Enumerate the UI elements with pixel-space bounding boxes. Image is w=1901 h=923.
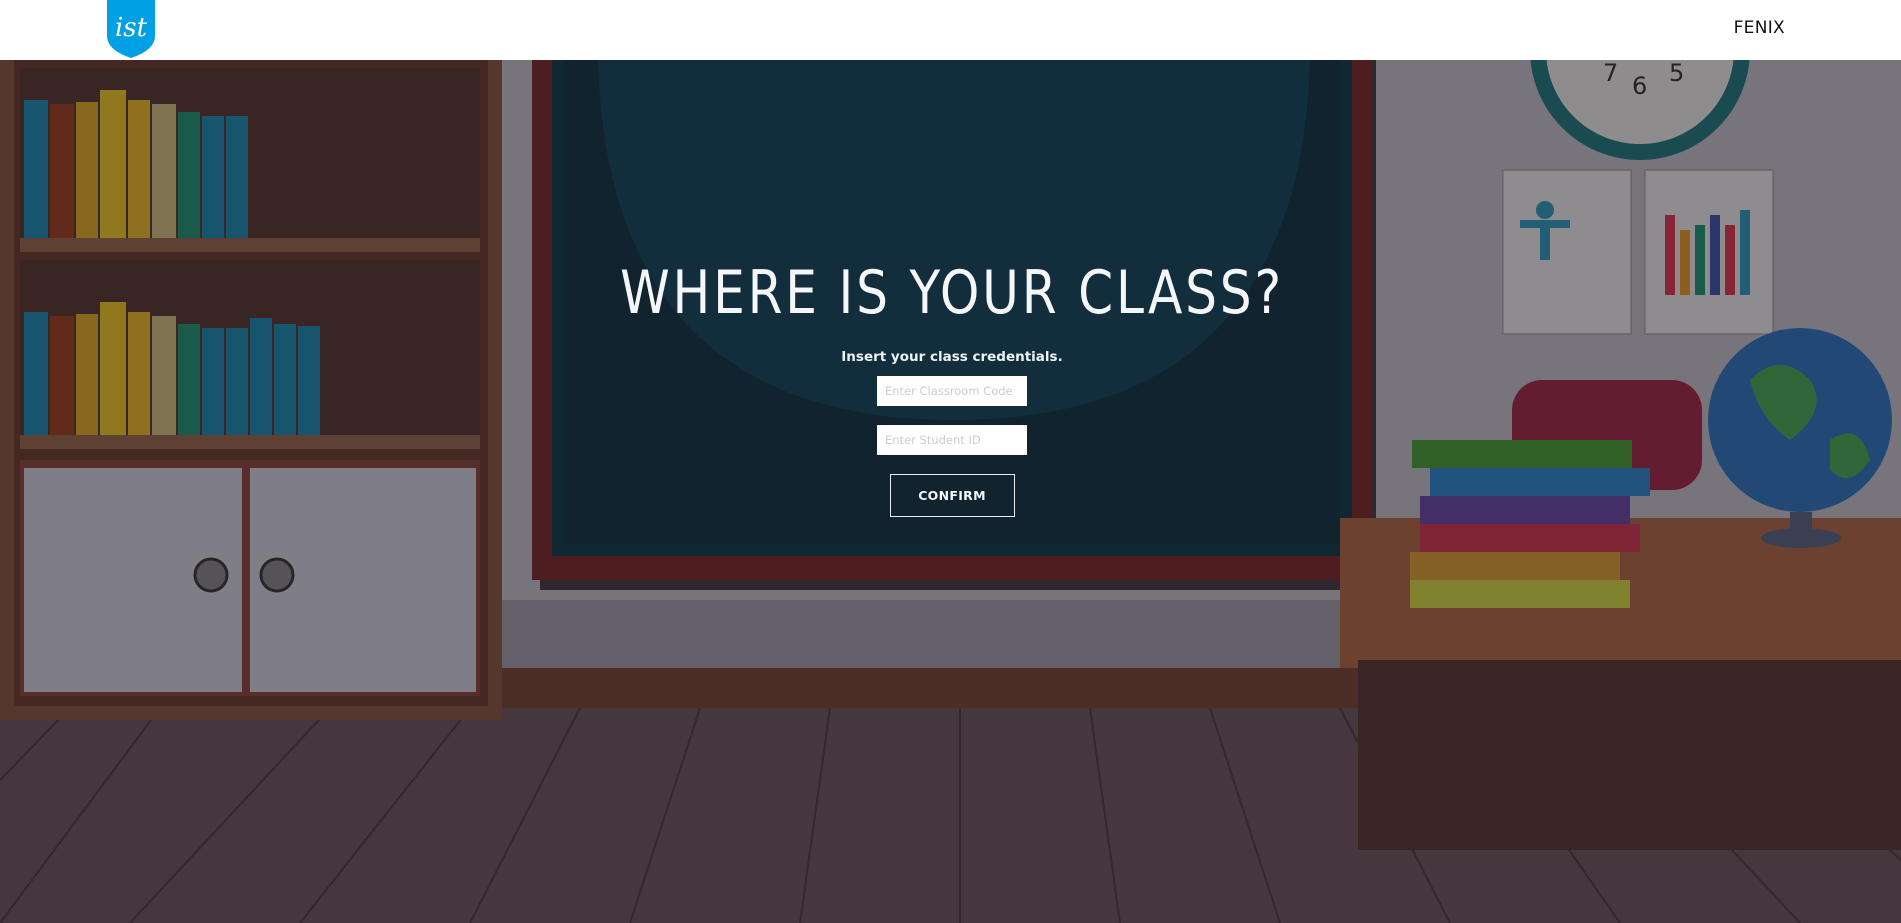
form-subtitle: Insert your class credentials. (841, 349, 1063, 365)
top-header: ist FENIX (0, 0, 1901, 60)
student-id-input[interactable] (877, 425, 1027, 455)
logo-text: ist (115, 13, 148, 43)
fenix-link[interactable]: FENIX (1734, 18, 1785, 38)
confirm-button[interactable]: CONFIRM (889, 474, 1015, 517)
page-title: WHERE IS YOUR CLASS? (620, 258, 1284, 328)
ist-logo[interactable]: ist (105, 0, 157, 58)
classroom-code-input[interactable] (877, 376, 1027, 406)
class-credentials-form: WHERE IS YOUR CLASS? Insert your class c… (574, 258, 1330, 528)
